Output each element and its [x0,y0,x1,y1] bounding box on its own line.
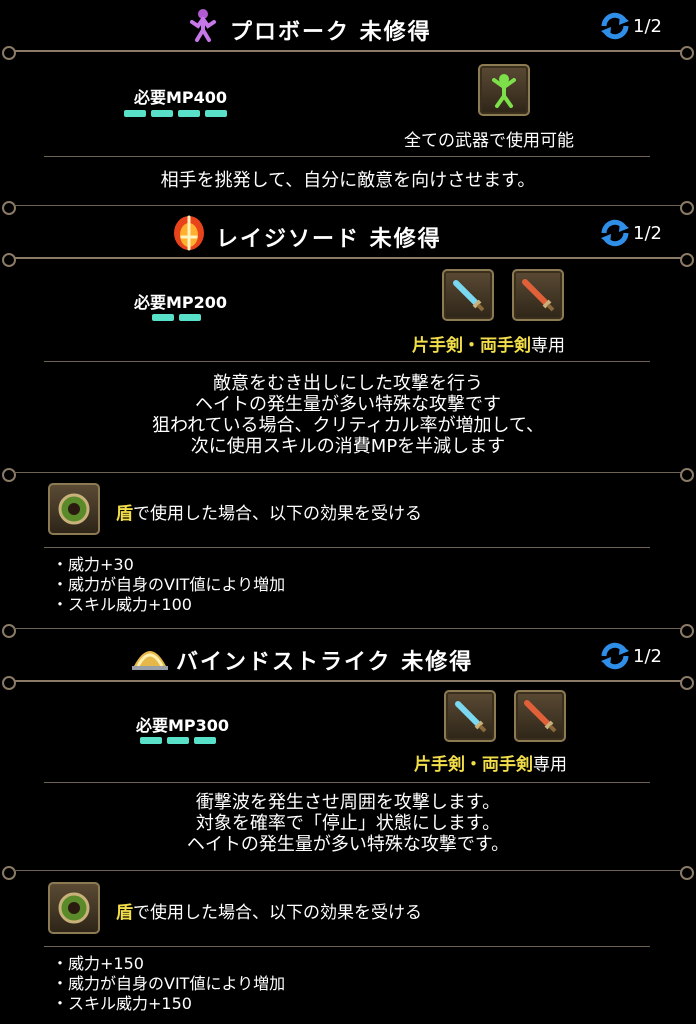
skill-title-bar: プロボーク 未修得 1/2 [0,0,696,60]
divider [44,156,650,157]
sword-icon [453,280,485,312]
title-topline [14,205,682,206]
page-indicator: 1/2 [633,16,662,37]
ornament [680,624,694,638]
shield-topline [14,472,682,473]
ornament [2,468,16,482]
one-hand-sword-icon [444,690,496,742]
refresh-icon[interactable] [600,642,630,670]
figure-icon [492,74,516,108]
title-underline [14,680,682,682]
divider [44,547,650,548]
page-indicator: 1/2 [633,223,662,244]
skill-title: プロボーク 未修得 [230,20,432,45]
weapon-requirement: 全ての武器で使用可能 [404,131,574,151]
sword-icon [455,701,487,733]
all-weapons-icon [478,64,530,116]
skill-bind-strike: バインドストライク 未修得 1/2 必要MP300 片手剣・両手剣専用 衝撃波を… [0,624,696,1024]
ornament [680,46,694,60]
greatsword-icon [522,279,555,312]
two-hand-sword-icon [512,269,564,321]
refresh-icon[interactable] [600,219,630,247]
ornament [2,866,16,880]
round-shield-icon [58,892,90,924]
skill-provoke: プロボーク 未修得 1/2 必要MP400 全ての武器で使用可能 相手を挑発して… [0,0,696,200]
ornament [2,46,16,60]
page-indicator: 1/2 [633,646,662,667]
skill-description: 敵意をむき出しにした攻撃を行う ヘイトの発生量が多い特殊な攻撃です 狙われている… [151,373,545,457]
two-hand-sword-icon [514,690,566,742]
shield-effects: ・威力+30 ・威力が自身のVIT値により増加 ・スキル威力+100 [52,555,285,615]
shield-condition: 盾で使用した場合、以下の効果を受ける [116,903,422,923]
provoke-icon [190,9,216,42]
ornament [2,201,16,215]
bind-strike-icon [132,651,168,670]
mp-requirement: 必要MP200 [134,293,228,312]
weapon-requirement: 片手剣・両手剣専用 [412,336,565,356]
skill-title: バインドストライク 未修得 [176,650,474,675]
ornament [680,253,694,267]
mp-bars [140,737,216,744]
skill-description: 衝撃波を発生させ周囲を攻撃します。 対象を確率で「停止」状態にします。 ヘイトの… [186,792,510,855]
weapon-requirement: 片手剣・両手剣専用 [414,755,567,775]
skill-title: レイジソード 未修得 [216,227,442,252]
ornament [2,676,16,690]
shield-icon [48,882,100,934]
ornament [680,866,694,880]
mp-requirement: 必要MP400 [134,88,228,107]
effect-item: ・スキル威力+150 [52,994,192,1013]
mp-requirement: 必要MP300 [136,716,230,735]
shield-effects: ・威力+150 ・威力が自身のVIT値により増加 ・スキル威力+150 [52,954,285,1014]
ornament [680,676,694,690]
divider [44,782,650,783]
title-underline [14,50,682,52]
rage-sword-icon [174,215,204,251]
shield-condition: 盾で使用した場合、以下の効果を受ける [116,504,422,524]
ornament [680,201,694,215]
ornament [2,624,16,638]
one-hand-sword-icon [442,269,494,321]
divider [44,361,650,362]
mp-bars [152,314,201,321]
ornament [2,253,16,267]
round-shield-icon [58,493,90,525]
effect-item: ・威力+150 [52,954,144,973]
title-underline [14,257,682,259]
skill-rage-sword: レイジソード 未修得 1/2 必要MP200 片手剣・両手剣専用 敵意をむき出し… [0,201,696,625]
greatsword-icon [524,700,557,733]
shield-topline [14,870,682,871]
title-topline [14,628,682,629]
effect-item: ・威力が自身のVIT値により増加 [52,575,286,594]
shield-icon [48,483,100,535]
refresh-icon[interactable] [600,12,630,40]
divider [44,946,650,947]
ornament [680,468,694,482]
effect-item: ・威力が自身のVIT値により増加 [52,974,286,993]
effect-item: ・スキル威力+100 [52,595,192,614]
mp-bars [124,110,227,117]
effect-item: ・威力+30 [52,555,134,574]
skill-description: 相手を挑発して、自分に敵意を向けさせます。 [160,170,536,191]
